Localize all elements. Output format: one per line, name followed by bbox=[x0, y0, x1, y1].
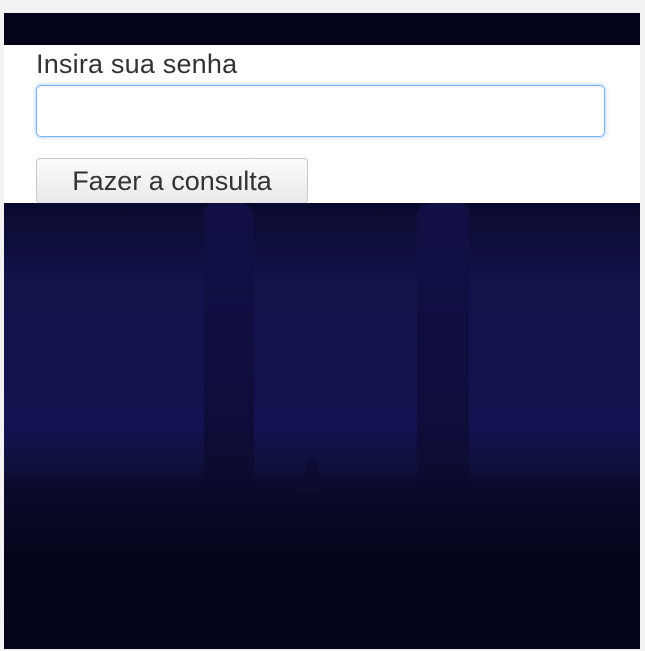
password-input[interactable] bbox=[36, 85, 605, 137]
tower-right-silhouette bbox=[417, 203, 469, 503]
background-image bbox=[4, 203, 640, 649]
submit-query-button[interactable]: Fazer a consulta bbox=[36, 158, 308, 204]
top-bar bbox=[4, 13, 640, 45]
password-form: Insira sua senha Fazer a consulta bbox=[4, 45, 640, 204]
app-frame: Insira sua senha Fazer a consulta bbox=[4, 13, 640, 649]
password-label: Insira sua senha bbox=[36, 49, 238, 79]
tower-left-silhouette bbox=[204, 203, 254, 493]
city-skyline-silhouette bbox=[4, 481, 640, 551]
